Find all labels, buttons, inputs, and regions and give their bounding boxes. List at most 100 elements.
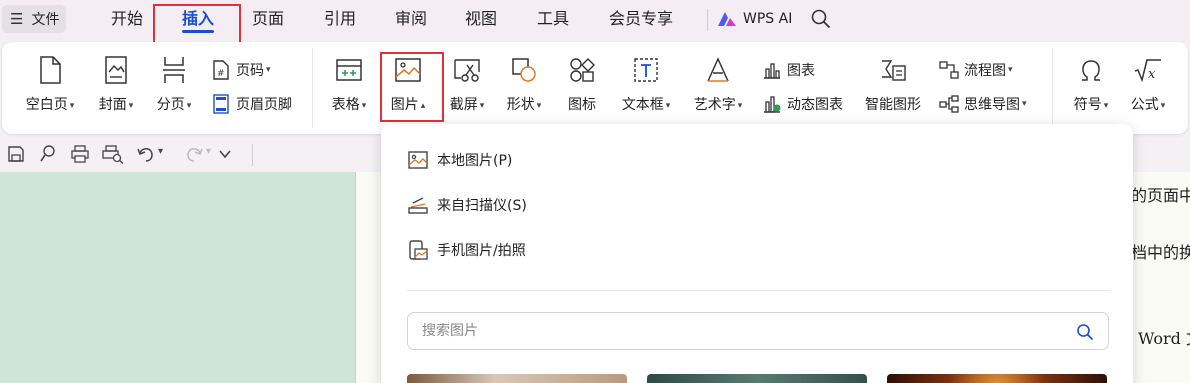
phone-picture-label: 手机图片/拍照 — [437, 243, 526, 259]
menu-divider — [707, 9, 708, 31]
hamburger-icon: ☰ — [10, 10, 24, 28]
print-icon[interactable] — [70, 144, 90, 164]
picture-icon — [395, 58, 421, 82]
shape-button[interactable]: 形状 ▾ — [500, 50, 548, 115]
chevron-down-icon: ▾ — [1008, 65, 1013, 75]
tab-member[interactable]: 会员专享 — [603, 0, 679, 40]
symbol-label: 符号 — [1073, 97, 1102, 113]
picture-button[interactable]: 图片 ▴ — [383, 50, 433, 115]
smart-graphic-button[interactable]: 智能图形 — [860, 50, 926, 115]
formula-button[interactable]: x 公式 ▾ — [1124, 50, 1172, 115]
tab-insert[interactable]: 插入 — [175, 0, 221, 40]
symbol-button[interactable]: 符号 ▾ — [1066, 50, 1116, 115]
icon-label: 图标 — [568, 97, 596, 113]
stock-picture-thumbnail[interactable] — [407, 374, 627, 383]
local-picture-icon — [408, 151, 428, 169]
icon-button[interactable]: 图标 — [558, 50, 606, 115]
tab-references[interactable]: 引用 — [317, 0, 363, 40]
from-scanner-item[interactable]: 来自扫描仪(S) — [407, 192, 527, 218]
search-icon[interactable] — [1076, 323, 1094, 341]
dropdown-divider — [407, 290, 1109, 291]
mindmap-button[interactable]: 思维导图 ▾ — [939, 92, 1027, 116]
format-painter-icon[interactable] — [38, 144, 58, 164]
page-number-button[interactable]: # 页码 ▾ — [211, 58, 271, 82]
dynamic-chart-button[interactable]: 动态图表 — [762, 92, 843, 116]
document-text-line: Word 文 — [1138, 329, 1190, 348]
chart-button[interactable]: 图表 — [762, 58, 815, 82]
file-menu-label: 文件 — [31, 12, 60, 28]
blank-page-button[interactable]: 空白页 ▾ — [20, 50, 80, 115]
page-break-button[interactable]: 分页 ▾ — [149, 50, 199, 115]
chart-label: 图表 — [787, 63, 815, 79]
icons-library-icon — [570, 58, 595, 82]
dynamic-chart-label: 动态图表 — [787, 97, 843, 113]
blank-page-label: 空白页 — [25, 97, 68, 113]
local-picture-item[interactable]: 本地图片(P) — [407, 147, 512, 173]
header-footer-button[interactable]: 页眉页脚 — [211, 92, 292, 116]
chevron-down-icon: ▾ — [1022, 99, 1027, 109]
document-text-line: 档中的换 — [1131, 243, 1190, 262]
wordart-icon — [707, 57, 729, 82]
dynamic-chart-icon — [764, 96, 781, 113]
picture-dropdown-menu: 本地图片(P) 来自扫描仪(S) 手机图片/拍照 — [381, 124, 1133, 383]
header-footer-icon — [213, 94, 229, 114]
textbox-button[interactable]: 文本框 ▾ — [616, 50, 676, 115]
screenshot-label: 截屏 — [449, 97, 478, 113]
tab-page[interactable]: 页面 — [245, 0, 291, 40]
undo-icon[interactable] — [136, 144, 156, 164]
tab-review[interactable]: 审阅 — [388, 0, 434, 40]
chevron-down-icon: ▾ — [1103, 101, 1109, 111]
table-button[interactable]: 表格 ▾ — [324, 50, 374, 115]
blank-page-icon — [40, 56, 61, 84]
ribbon-divider — [1052, 48, 1053, 128]
chart-icon — [764, 63, 780, 79]
tab-home[interactable]: 开始 — [104, 0, 150, 40]
ribbon-divider — [312, 48, 313, 128]
flowchart-label: 流程图 — [964, 63, 1006, 79]
smart-graphic-icon — [882, 60, 906, 81]
chevron-down-icon: ▾ — [361, 101, 367, 111]
chevron-down-icon: ▾ — [128, 101, 134, 111]
wordart-label: 艺术字 — [693, 97, 736, 113]
stock-picture-thumbnail[interactable] — [887, 374, 1107, 383]
wps-ai-button[interactable]: WPS AI — [717, 7, 792, 31]
cover-button[interactable]: 封面 ▾ — [91, 50, 141, 115]
cover-label: 封面 — [98, 97, 127, 113]
print-preview-icon[interactable] — [102, 144, 124, 164]
customize-chevron-down-icon[interactable] — [218, 147, 232, 161]
mindmap-label: 思维导图 — [964, 97, 1020, 113]
cover-icon — [105, 56, 127, 84]
chevron-down-icon: ▾ — [266, 65, 271, 75]
textbox-icon — [634, 58, 658, 82]
chevron-down-icon: ▾ — [69, 101, 75, 111]
tab-tools[interactable]: 工具 — [530, 0, 576, 40]
ribbon-toolbar: 空白页 ▾ 封面 ▾ 分页 ▾ # 页码 ▾ 页眉页脚 表格 ▾ 图片 ▴ 截屏 ▾ 形状 ▾ — [2, 42, 1188, 134]
textbox-label: 文本框 — [621, 97, 664, 113]
screenshot-button[interactable]: 截屏 ▾ — [443, 50, 491, 115]
search-icon[interactable] — [810, 8, 832, 30]
page-number-icon: # — [213, 60, 229, 80]
redo-icon — [187, 148, 203, 162]
undo-dropdown-chevron-icon[interactable]: ▾ — [158, 146, 163, 157]
redo-dropdown-chevron-icon: ▾ — [206, 146, 212, 157]
picture-search-box — [407, 312, 1109, 350]
shape-label: 形状 — [506, 97, 535, 113]
menu-bar: ☰ 文件 开始 插入 页面 引用 审阅 视图 工具 会员专享 WPS AI — [0, 0, 1190, 46]
svg-text:x: x — [1148, 67, 1156, 82]
file-menu-button[interactable]: ☰ 文件 — [2, 5, 66, 33]
table-label: 表格 — [331, 97, 360, 113]
omega-icon — [1082, 60, 1100, 81]
flowchart-icon — [939, 61, 959, 79]
phone-picture-item[interactable]: 手机图片/拍照 — [407, 237, 526, 263]
wordart-button[interactable]: 艺术字 ▾ — [688, 50, 748, 115]
active-tab-underline — [182, 30, 214, 33]
picture-search-input[interactable] — [422, 321, 1022, 341]
wps-ai-icon — [718, 12, 736, 26]
header-footer-label: 页眉页脚 — [236, 97, 292, 113]
stock-picture-thumbnail[interactable] — [647, 374, 867, 383]
flowchart-button[interactable]: 流程图 ▾ — [939, 58, 1013, 82]
tab-view[interactable]: 视图 — [458, 0, 504, 40]
mindmap-icon — [939, 95, 959, 113]
save-icon[interactable] — [6, 144, 26, 164]
scanner-icon — [408, 197, 428, 214]
